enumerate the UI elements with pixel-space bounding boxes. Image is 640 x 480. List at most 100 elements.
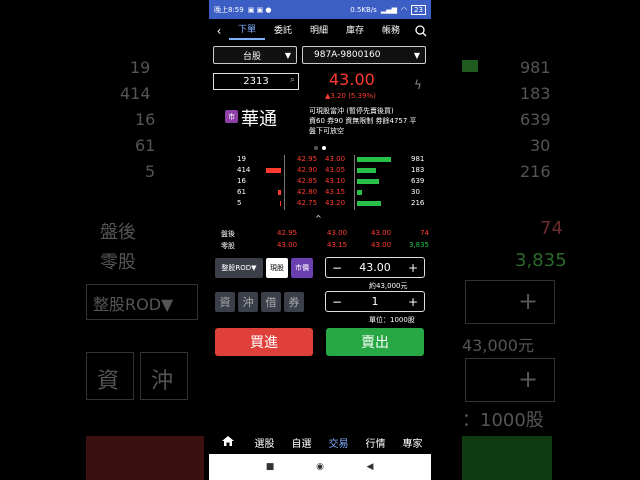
market-select[interactable]: 台股 ▼ — [213, 46, 297, 64]
search-icon[interactable] — [411, 21, 431, 41]
bg-panel: 整股ROD▼ — [86, 284, 198, 320]
unit-label: 單位：1000股 — [369, 316, 415, 324]
bid-quantity[interactable]: 61 — [237, 188, 246, 196]
bid-volume-bar — [278, 190, 281, 195]
bid-quantity[interactable]: 414 — [237, 166, 250, 174]
ask-price[interactable]: 43.05 — [325, 166, 345, 174]
nav-watchlist[interactable]: 自選 — [283, 435, 320, 450]
quantity-minus-button[interactable]: − — [326, 295, 348, 309]
signal-icon: ▂▄▆ — [380, 5, 397, 14]
market-price-toggle[interactable]: 市價 — [291, 258, 313, 278]
tab-account[interactable]: 帳務 — [373, 23, 409, 39]
chevron-down-icon: ▼ — [413, 50, 420, 60]
summary-v1: 43.00 — [277, 241, 298, 249]
price-value[interactable]: 43.00 — [348, 261, 402, 274]
bg-number: 3,835 — [515, 250, 567, 271]
price-minus-button[interactable]: − — [326, 261, 348, 275]
price-change: ▲3.20 (5.39%) — [325, 92, 376, 100]
status-bar: 晚上8:59 ▣ ▣ ● 0.5KB/s ▂▄▆ ◠ 23 — [209, 0, 431, 19]
stock-info-line: 盤下可放空 — [309, 127, 344, 135]
ask-price[interactable]: 43.20 — [325, 199, 345, 207]
stock-info-line: 資60 券90 資無限制 券餘4757 平 — [309, 117, 417, 125]
lightning-icon[interactable]: ϟ — [414, 78, 422, 92]
battery-level: 23 — [411, 4, 426, 15]
sell-button[interactable]: 賣出 — [326, 328, 424, 356]
quantity-plus-button[interactable]: + — [402, 295, 424, 309]
bid-quantity[interactable]: 19 — [237, 155, 246, 163]
wifi-icon: ◠ — [400, 5, 408, 14]
status-time: 晚上8:59 — [214, 5, 244, 14]
bid-price[interactable]: 42.95 — [297, 155, 317, 163]
daytrade-button[interactable]: 沖 — [238, 292, 258, 312]
short-button[interactable]: 券 — [284, 292, 304, 312]
bid-quantity[interactable]: 16 — [237, 177, 246, 185]
tab-order[interactable]: 下單 — [229, 22, 265, 40]
order-book-row: 19 42.95 43.00 981 — [209, 155, 431, 165]
price-plus-button[interactable]: + — [402, 261, 424, 275]
cash-toggle[interactable]: 現股 — [266, 258, 288, 278]
ask-volume-bar — [357, 157, 391, 162]
order-book-row: 414 42.90 43.05 183 — [209, 166, 431, 176]
order-type-select[interactable]: 整股ROD▼ — [215, 258, 263, 278]
bid-price[interactable]: 42.90 — [297, 166, 317, 174]
ask-volume-bar — [357, 168, 376, 173]
ask-price[interactable]: 43.10 — [325, 177, 345, 185]
recents-icon[interactable]: ■ — [263, 462, 277, 472]
ask-quantity[interactable]: 216 — [411, 199, 424, 207]
bg-panel: + — [465, 280, 555, 324]
ask-price[interactable]: 43.15 — [325, 188, 345, 196]
ask-quantity[interactable]: 981 — [411, 155, 424, 163]
ask-quantity[interactable]: 183 — [411, 166, 424, 174]
borrow-button[interactable]: 借 — [261, 292, 281, 312]
bid-price[interactable]: 42.80 — [297, 188, 317, 196]
network-speed: 0.5KB/s — [350, 5, 377, 14]
bg-panel — [462, 436, 552, 480]
nav-stock-picker[interactable]: 選股 — [246, 435, 283, 450]
bg-text: 43,000元 — [462, 336, 534, 355]
buy-button[interactable]: 買進 — [215, 328, 313, 356]
summary-v2: 43.00 — [327, 229, 348, 237]
bg-number: 183 — [520, 84, 551, 103]
stock-info-line: 可現股當沖 (暫停先賣後買) — [309, 107, 394, 115]
ask-quantity[interactable]: 30 — [411, 188, 420, 196]
chevron-up-icon[interactable]: ^ — [315, 214, 322, 223]
bg-panel — [86, 436, 204, 480]
bg-panel: + — [465, 358, 555, 402]
page-dot-active — [322, 146, 326, 150]
ask-quantity[interactable]: 639 — [411, 177, 424, 185]
bg-number: 30 — [530, 136, 551, 155]
home-circle-icon[interactable]: ◉ — [313, 462, 327, 472]
bg-panel: 沖 — [140, 352, 188, 400]
back-triangle-icon[interactable]: ◀ — [363, 462, 377, 472]
tab-entrust[interactable]: 委託 — [265, 23, 301, 39]
ask-price[interactable]: 43.00 — [325, 155, 345, 163]
summary-label: 零股 — [221, 242, 235, 250]
bottom-nav: 選股 自選 交易 行情 專家 — [209, 430, 431, 454]
stock-code-value: 2313 — [243, 76, 269, 87]
bg-number: 74 — [540, 218, 563, 239]
tab-inventory[interactable]: 庫存 — [337, 23, 373, 39]
nav-expert[interactable]: 專家 — [394, 435, 431, 450]
price-stepper: − 43.00 + — [325, 257, 425, 278]
tab-details[interactable]: 明細 — [301, 23, 337, 39]
quantity-stepper: − 1 + — [325, 291, 425, 312]
bid-price[interactable]: 42.75 — [297, 199, 317, 207]
nav-trade[interactable]: 交易 — [320, 435, 357, 450]
back-arrow-icon[interactable]: ‹ — [209, 24, 229, 38]
account-select-value: 987A-9800160 — [314, 50, 381, 60]
stock-code-input[interactable]: 2313 ⌕ — [213, 73, 299, 90]
bid-price[interactable]: 42.85 — [297, 177, 317, 185]
bid-quantity[interactable]: 5 — [237, 199, 241, 207]
account-select[interactable]: 987A-9800160 ▼ — [302, 46, 426, 64]
ask-volume-bar — [357, 179, 379, 184]
bg-number: 216 — [520, 162, 551, 181]
home-icon[interactable] — [209, 435, 246, 450]
bg-panel: 資 — [86, 352, 134, 400]
summary-v3: 43.00 — [371, 241, 392, 249]
selector-row: 台股 ▼ 987A-9800160 ▼ — [213, 46, 427, 64]
quantity-value[interactable]: 1 — [348, 295, 402, 308]
margin-button[interactable]: 資 — [215, 292, 235, 312]
book-divider — [354, 155, 355, 210]
ask-volume-bar — [357, 190, 362, 195]
nav-quotes[interactable]: 行情 — [357, 435, 394, 450]
